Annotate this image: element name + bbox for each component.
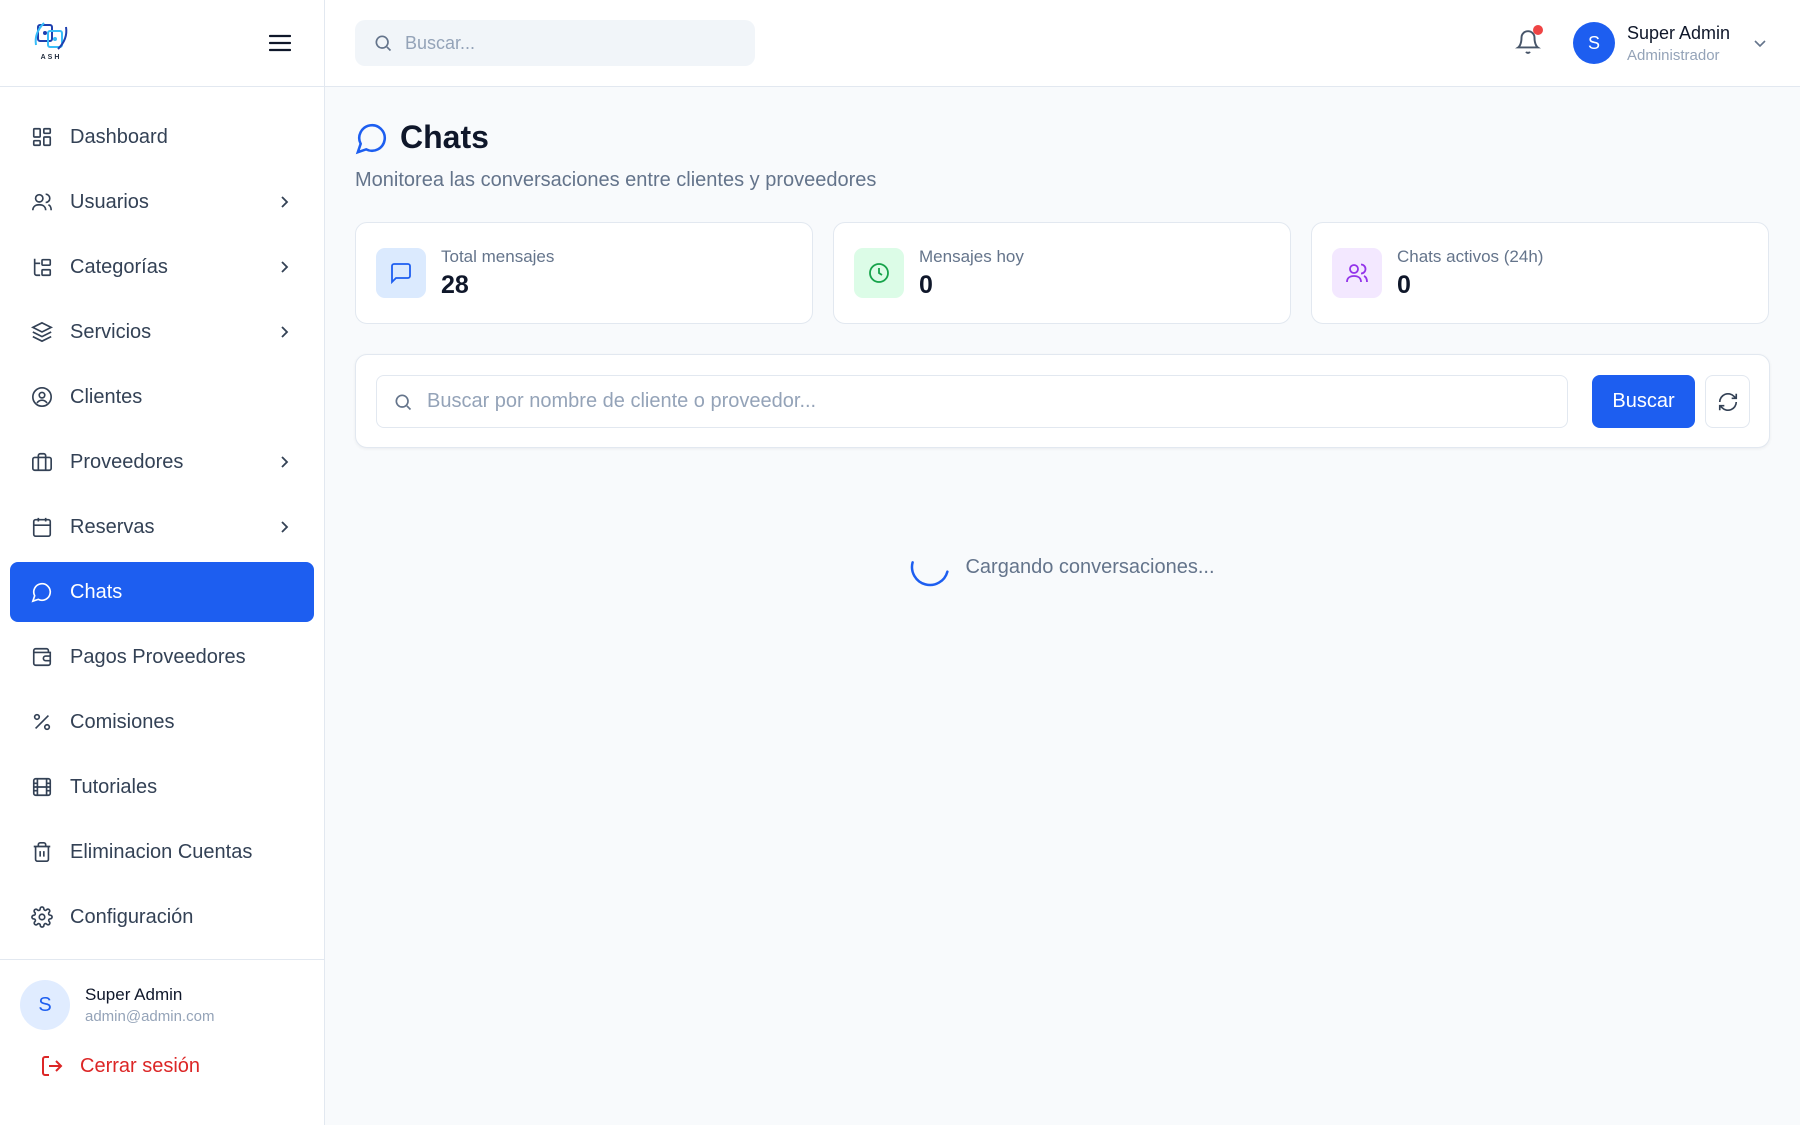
- clock-icon: [854, 248, 904, 298]
- stat-label: Mensajes hoy: [919, 246, 1024, 266]
- user-role: Administrador: [1627, 46, 1720, 64]
- spinner-icon: [910, 547, 950, 587]
- briefcase-icon: [30, 450, 54, 474]
- sidebar-item-label: Pagos Proveedores: [70, 645, 246, 668]
- stat-card-total-mensajes: Total mensajes 28: [355, 222, 813, 324]
- sidebar-item-label: Tutoriales: [70, 775, 158, 798]
- message-circle-icon: [355, 121, 389, 155]
- search-icon: [395, 394, 412, 410]
- menu-toggle-button[interactable]: [266, 29, 294, 57]
- page-subtitle: Monitorea las conversaciones entre clien…: [355, 169, 877, 191]
- sidebar-item-proveedores[interactable]: Proveedores: [10, 432, 314, 492]
- hamburger-icon: [269, 34, 291, 52]
- chat-search-input[interactable]: [427, 390, 1527, 413]
- gear-icon: [30, 905, 54, 929]
- sidebar-item-tutoriales[interactable]: Tutoriales: [10, 757, 314, 817]
- sidebar-item-servicios[interactable]: Servicios: [10, 302, 314, 362]
- sidebar-item-clientes[interactable]: Clientes: [10, 367, 314, 427]
- search-button[interactable]: Buscar: [1592, 375, 1695, 428]
- users-icon: [1332, 248, 1382, 298]
- sidebar-item-chats[interactable]: Chats: [10, 562, 314, 622]
- sidebar-header: ASH: [0, 0, 324, 87]
- sidebar-user-name: Super Admin: [85, 985, 183, 1004]
- chevron-right-icon: [276, 519, 292, 535]
- stat-card-chats-activos: Chats activos (24h) 0: [1311, 222, 1769, 324]
- message-circle-icon: [30, 580, 54, 604]
- global-search: [355, 20, 755, 66]
- chevron-right-icon: [276, 259, 292, 275]
- chevron-down-icon: [1752, 35, 1768, 51]
- sidebar-item-label: Usuarios: [70, 190, 149, 213]
- logout-label: Cerrar sesión: [80, 1054, 201, 1077]
- chat-search-field: [376, 375, 1568, 428]
- loading-text: Cargando conversaciones...: [965, 555, 1215, 578]
- chevron-right-icon: [276, 194, 292, 210]
- sidebar-item-label: Chats: [70, 580, 123, 603]
- sidebar-item-reservas[interactable]: Reservas: [10, 497, 314, 557]
- sidebar-item-label: Eliminacion Cuentas: [70, 840, 253, 863]
- avatar: S: [1573, 22, 1615, 64]
- sidebar-user: S Super Admin admin@admin.com: [0, 960, 324, 1030]
- search-icon: [375, 35, 392, 52]
- sidebar-item-label: Dashboard: [70, 125, 168, 148]
- sidebar-user-email: admin@admin.com: [85, 1008, 215, 1025]
- sidebar-item-configuracion[interactable]: Configuración: [10, 887, 314, 947]
- users-icon: [30, 190, 54, 214]
- logo-text: ASH: [40, 54, 62, 61]
- chevron-right-icon: [276, 324, 292, 340]
- main-content: Chats Monitorea las conversaciones entre…: [355, 87, 1770, 587]
- user-menu[interactable]: S Super Admin Administrador: [1573, 22, 1768, 64]
- sidebar-item-label: Clientes: [70, 385, 143, 408]
- hierarchy-icon: [30, 255, 54, 279]
- page-title: Chats: [400, 119, 489, 155]
- sidebar-item-usuarios[interactable]: Usuarios: [10, 172, 314, 232]
- stat-label: Chats activos (24h): [1397, 246, 1544, 266]
- sidebar-item-label: Configuración: [70, 905, 194, 928]
- stat-value: 0: [919, 270, 933, 299]
- notifications-button[interactable]: [1515, 25, 1543, 58]
- sidebar-item-label: Reservas: [70, 515, 155, 538]
- sidebar-item-label: Comisiones: [70, 710, 175, 733]
- refresh-icon: [1718, 392, 1737, 411]
- sidebar-footer: S Super Admin admin@admin.com Cerrar ses…: [0, 959, 324, 1125]
- sidebar-nav: Dashboard Usuarios Categorías Servicios: [0, 87, 324, 947]
- app-logo[interactable]: ASH: [30, 19, 72, 67]
- sidebar-item-label: Servicios: [70, 320, 152, 343]
- notification-dot: [1533, 25, 1543, 35]
- stat-label: Total mensajes: [441, 246, 555, 266]
- sidebar-item-label: Proveedores: [70, 450, 184, 473]
- logout-icon: [40, 1054, 64, 1078]
- sidebar-item-comisiones[interactable]: Comisiones: [10, 692, 314, 752]
- sidebar-item-eliminacion-cuentas[interactable]: Eliminacion Cuentas: [10, 822, 314, 882]
- sidebar: ASH Dashboard Usuarios Categorías Servic…: [0, 0, 325, 1125]
- film-icon: [30, 775, 54, 799]
- stats-row: Total mensajes 28 Mensajes hoy 0 Chats a…: [355, 222, 1770, 324]
- trash-icon: [30, 840, 54, 864]
- message-square-icon: [376, 248, 426, 298]
- wallet-icon: [30, 645, 54, 669]
- stat-value: 28: [441, 270, 469, 299]
- logout-button[interactable]: Cerrar sesión: [0, 1030, 324, 1078]
- sidebar-item-pagos-proveedores[interactable]: Pagos Proveedores: [10, 627, 314, 687]
- avatar: S: [20, 980, 70, 1030]
- refresh-button[interactable]: [1705, 375, 1750, 428]
- topbar: S Super Admin Administrador: [325, 0, 1800, 87]
- loading-indicator: Cargando conversaciones...: [355, 547, 1770, 587]
- grid-icon: [30, 125, 54, 149]
- chevron-right-icon: [276, 454, 292, 470]
- global-search-input[interactable]: [405, 32, 725, 54]
- stat-value: 0: [1397, 270, 1411, 299]
- user-circle-icon: [30, 385, 54, 409]
- sidebar-item-categorias[interactable]: Categorías: [10, 237, 314, 297]
- sidebar-item-label: Categorías: [70, 255, 168, 278]
- sidebar-item-dashboard[interactable]: Dashboard: [10, 107, 314, 167]
- calendar-icon: [30, 515, 54, 539]
- layers-icon: [30, 320, 54, 344]
- user-name: Super Admin: [1627, 22, 1731, 43]
- logo-mark-icon: [34, 22, 68, 50]
- chat-search-card: Buscar: [355, 354, 1770, 448]
- percent-icon: [30, 710, 54, 734]
- stat-card-mensajes-hoy: Mensajes hoy 0: [833, 222, 1291, 324]
- page-header: Chats: [355, 119, 1770, 156]
